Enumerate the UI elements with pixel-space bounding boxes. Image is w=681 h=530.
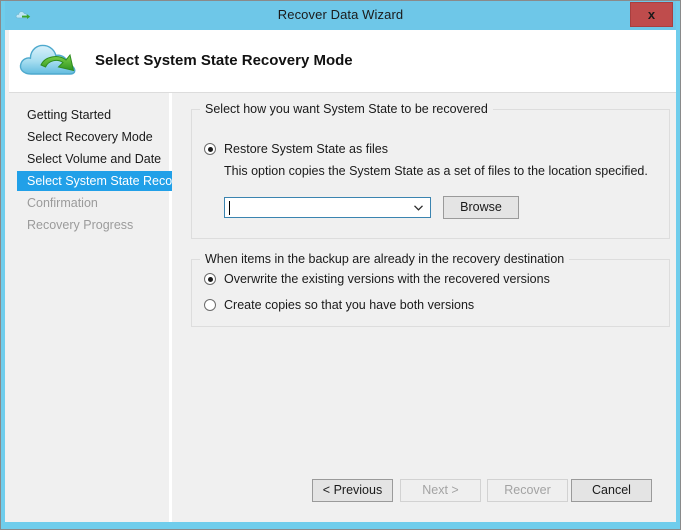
text-caret xyxy=(229,201,230,215)
recover-button: Recover xyxy=(487,479,568,502)
page-title: Select System State Recovery Mode xyxy=(95,52,353,69)
wizard-body: Getting Started Select Recovery Mode Sel… xyxy=(9,93,676,522)
conflict-handling-groupbox: When items in the backup are already in … xyxy=(191,252,670,327)
sidebar-item-select-recovery-mode[interactable]: Select Recovery Mode xyxy=(17,127,172,147)
restore-as-files-label: Restore System State as files xyxy=(224,142,388,156)
close-button[interactable]: x xyxy=(630,2,673,27)
chevron-down-icon[interactable] xyxy=(410,198,426,217)
create-copies-radio-row[interactable]: Create copies so that you have both vers… xyxy=(204,298,474,312)
next-button: Next > xyxy=(400,479,481,502)
previous-button[interactable]: < Previous xyxy=(312,479,393,502)
create-copies-radio[interactable] xyxy=(204,299,216,311)
recovery-mode-groupbox: Select how you want System State to be r… xyxy=(191,102,670,239)
location-combobox[interactable] xyxy=(224,197,431,218)
sidebar-item-select-volume-and-date[interactable]: Select Volume and Date xyxy=(17,149,172,169)
wizard-header: Select System State Recovery Mode xyxy=(9,30,676,93)
recovery-mode-legend: Select how you want System State to be r… xyxy=(200,102,493,116)
cloud-recovery-logo xyxy=(17,36,87,86)
overwrite-versions-label: Overwrite the existing versions with the… xyxy=(224,272,550,286)
sidebar-item-recovery-progress: Recovery Progress xyxy=(27,218,134,232)
overwrite-versions-radio[interactable] xyxy=(204,273,216,285)
sidebar-item-confirmation: Confirmation xyxy=(27,196,98,210)
create-copies-label: Create copies so that you have both vers… xyxy=(224,298,475,312)
restore-as-files-hint: This option copies the System State as a… xyxy=(224,164,648,178)
cancel-button[interactable]: Cancel xyxy=(571,479,652,502)
title-bar[interactable]: Recover Data Wizard x xyxy=(5,1,676,30)
restore-as-files-radio-row[interactable]: Restore System State as files xyxy=(204,142,388,156)
wizard-window: Recover Data Wizard x Select System Stat… xyxy=(0,0,681,530)
sidebar-item-getting-started[interactable]: Getting Started xyxy=(17,105,172,125)
overwrite-versions-radio-row[interactable]: Overwrite the existing versions with the… xyxy=(204,272,550,286)
restore-as-files-radio[interactable] xyxy=(204,143,216,155)
wizard-content: Select how you want System State to be r… xyxy=(175,93,676,522)
sidebar-item-select-system-state-recovery-mode[interactable]: Select System State Reco... xyxy=(17,171,172,191)
browse-button[interactable]: Browse xyxy=(443,196,519,219)
window-title: Recover Data Wizard xyxy=(277,7,404,22)
conflict-handling-legend: When items in the backup are already in … xyxy=(200,252,570,266)
wizard-steps-sidebar: Getting Started Select Recovery Mode Sel… xyxy=(9,93,172,522)
window-inner: Recover Data Wizard x Select System Stat… xyxy=(5,1,676,522)
